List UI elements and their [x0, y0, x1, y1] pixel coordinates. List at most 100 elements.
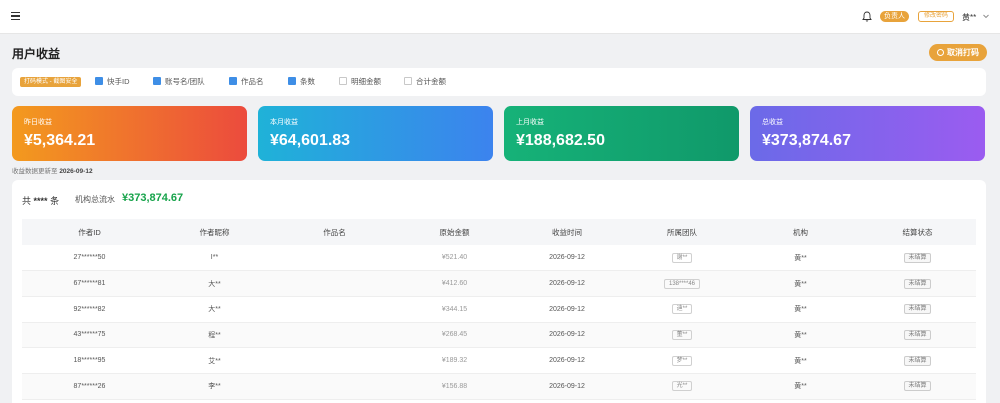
- team-tag: 138****46: [663, 278, 701, 289]
- work-name-cell: [272, 347, 397, 374]
- stat-value: ¥188,682.50: [516, 132, 605, 149]
- status-cell: 未结算: [859, 245, 976, 272]
- status-badge: 未结算: [904, 329, 931, 340]
- total-flow-label: 机构总流水: [75, 195, 115, 204]
- status-cell: 未结算: [859, 322, 976, 349]
- nickname-cell: I**: [157, 245, 272, 272]
- column-header[interactable]: 作者ID: [22, 219, 157, 245]
- data-updated-note: 收益数据更新至 2026-09-12: [12, 165, 93, 175]
- author-id-cell: 87******26: [22, 373, 157, 400]
- status-cell: 未结算: [859, 347, 976, 374]
- nickname-cell: 艾**: [157, 347, 272, 374]
- nickname-cell: 大**: [157, 296, 272, 323]
- org-cell: 黄**: [742, 322, 859, 349]
- amount-cell: ¥156.88: [397, 373, 512, 400]
- updated-label: 收益数据更新至: [12, 168, 58, 175]
- chevron-down-icon[interactable]: [982, 12, 990, 20]
- cancel-masking-button[interactable]: 取消打码: [929, 44, 987, 61]
- stat-value: ¥64,601.83: [270, 132, 351, 149]
- team-cell: 138****46: [622, 270, 742, 297]
- bell-icon[interactable]: [862, 11, 872, 22]
- amount-cell: ¥521.40: [397, 245, 512, 272]
- status-badge: 未结算: [904, 252, 931, 263]
- column-header[interactable]: 所属团队: [622, 219, 742, 245]
- table-row[interactable]: 87******26 李** ¥156.88 2026-09-12 光** 黄** 未结算: [22, 373, 976, 400]
- work-name-cell: [272, 322, 397, 349]
- org-cell: 黄**: [742, 347, 859, 374]
- stat-label: 本月收益: [270, 119, 298, 126]
- work-name-cell: [272, 373, 397, 400]
- option-total-amount[interactable]: 合计金额: [404, 77, 446, 87]
- earnings-table: 作者ID 作者昵称 作品名 原始金额 收益时间 所属团队 机构 结算状态 27*…: [22, 219, 976, 400]
- time-cell: 2026-09-12: [512, 322, 622, 349]
- status-badge: 未结算: [904, 381, 931, 392]
- table-row[interactable]: 18******95 艾** ¥189.32 2026-09-12 梦** 黄** 未结算: [22, 347, 976, 374]
- time-cell: 2026-09-12: [512, 245, 622, 272]
- table-row[interactable]: 43******75 程** ¥268.45 2026-09-12 董** 黄** 未结算: [22, 322, 976, 349]
- stat-value: ¥373,874.67: [762, 132, 851, 149]
- team-cell: 谢**: [622, 245, 742, 272]
- checkbox[interactable]: [404, 77, 412, 85]
- option-account-team[interactable]: 账号名/团队: [153, 77, 205, 87]
- option-label: 作品名: [241, 77, 264, 86]
- option-label: 明细金额: [351, 77, 381, 86]
- column-header[interactable]: 机构: [742, 219, 859, 245]
- option-detail-amount[interactable]: 明细金额: [339, 77, 381, 87]
- table-row[interactable]: 27******50 I** ¥521.40 2026-09-12 谢** 黄** 未结算: [22, 245, 976, 272]
- checkbox[interactable]: [153, 77, 161, 85]
- stat-label: 上月收益: [516, 119, 544, 126]
- checkbox[interactable]: [288, 77, 296, 85]
- change-password-button[interactable]: 修改密码: [918, 11, 954, 22]
- org-cell: 黄**: [742, 296, 859, 323]
- count-suffix: 条: [50, 196, 60, 206]
- stat-card-yesterday: 昨日收益 ¥5,364.21: [12, 106, 247, 161]
- total-flow-value: ¥373,874.67: [122, 192, 184, 204]
- column-header[interactable]: 收益时间: [512, 219, 622, 245]
- updated-date: 2026-09-12: [59, 168, 93, 175]
- team-cell: 梦**: [622, 347, 742, 374]
- org-cell: 黄**: [742, 270, 859, 297]
- column-header[interactable]: 作品名: [272, 219, 397, 245]
- menu-icon[interactable]: [11, 12, 20, 21]
- checkbox[interactable]: [95, 77, 103, 85]
- count-prefix: 共: [22, 196, 32, 206]
- checkbox[interactable]: [339, 77, 347, 85]
- stat-card-this-month: 本月收益 ¥64,601.83: [258, 106, 493, 161]
- time-cell: 2026-09-12: [512, 270, 622, 297]
- work-name-cell: [272, 270, 397, 297]
- table-row[interactable]: 92******82 大** ¥344.15 2026-09-12 迪** 黄** 未结算: [22, 296, 976, 323]
- author-id-cell: 92******82: [22, 296, 157, 323]
- team-cell: 董**: [622, 322, 742, 349]
- option-kuaishou-id[interactable]: 快手ID: [95, 77, 130, 87]
- status-badge: 未结算: [904, 304, 931, 315]
- amount-cell: ¥268.45: [397, 322, 512, 349]
- author-id-cell: 67******81: [22, 270, 157, 297]
- column-header[interactable]: 原始金额: [397, 219, 512, 245]
- team-cell: 迪**: [622, 296, 742, 323]
- team-tag: 谢**: [671, 252, 693, 263]
- option-count[interactable]: 条数: [288, 77, 315, 87]
- eye-icon: [937, 49, 944, 56]
- team-tag: 梦**: [671, 355, 693, 366]
- team-tag: 董**: [671, 329, 693, 340]
- status-cell: 未结算: [859, 373, 976, 400]
- org-cell: 黄**: [742, 373, 859, 400]
- page-title: 用户收益: [12, 47, 61, 61]
- option-work-name[interactable]: 作品名: [229, 77, 264, 87]
- column-header[interactable]: 结算状态: [859, 219, 976, 245]
- top-bar: 负责人 修改密码 黄**: [0, 0, 1000, 34]
- stat-card-last-month: 上月收益 ¥188,682.50: [504, 106, 739, 161]
- checkbox[interactable]: [229, 77, 237, 85]
- status-cell: 未结算: [859, 296, 976, 323]
- table-row[interactable]: 67******81 大** ¥412.60 2026-09-12 138****46 黄…: [22, 270, 976, 297]
- nickname-cell: 大**: [157, 270, 272, 297]
- stat-label: 总收益: [762, 119, 783, 126]
- stat-card-total: 总收益 ¥373,874.67: [750, 106, 985, 161]
- role-badge: 负责人: [880, 11, 909, 22]
- column-header[interactable]: 作者昵称: [157, 219, 272, 245]
- time-cell: 2026-09-12: [512, 347, 622, 374]
- user-name[interactable]: 黄**: [962, 12, 976, 23]
- work-name-cell: [272, 296, 397, 323]
- table-header-row: 作者ID 作者昵称 作品名 原始金额 收益时间 所属团队 机构 结算状态: [22, 219, 976, 245]
- amount-cell: ¥344.15: [397, 296, 512, 323]
